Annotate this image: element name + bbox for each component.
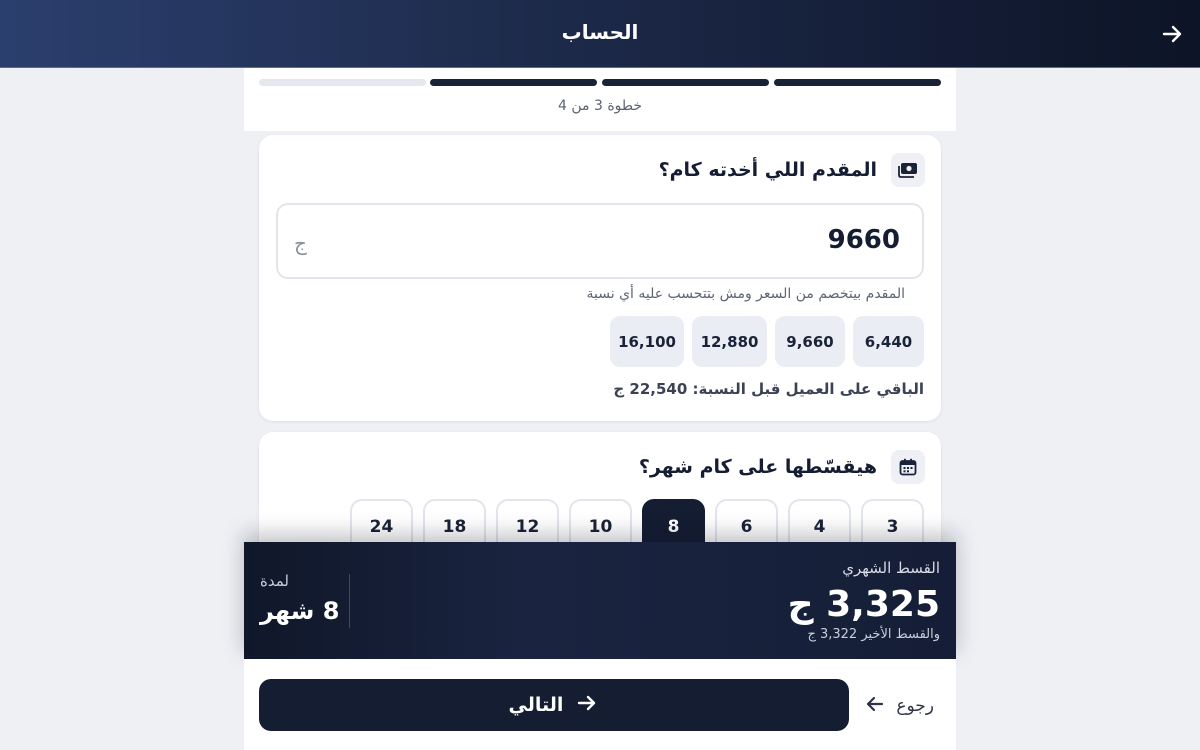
monthly-installment-value: 3,325 ج — [787, 584, 940, 625]
arrow-right-icon[interactable] — [1158, 20, 1186, 48]
down-payment-option-16100[interactable]: 16,100 — [610, 316, 684, 367]
money-icon — [891, 153, 925, 187]
summary-divider — [349, 574, 350, 628]
next-button-label: التالي — [508, 694, 564, 716]
down-payment-hint: المقدم بيتخصم من السعر ومش بتتحسب عليه أ… — [586, 286, 905, 302]
down-payment-option-9660[interactable]: 9,660 — [775, 316, 845, 367]
arrow-left-icon — [864, 693, 886, 720]
down-payment-value: 9660 — [827, 225, 900, 255]
page-title: الحساب — [561, 20, 639, 44]
action-bar: رجوع التالي — [244, 659, 956, 750]
progress-segment-1 — [774, 79, 941, 86]
main-column: خطوة 3 من 4 المقدم اللي أخدته كام؟ 9660 … — [244, 68, 956, 750]
last-installment-text: والقسط الأخير 3,322 ج — [807, 627, 940, 642]
down-payment-title: المقدم اللي أخدته كام؟ — [658, 159, 877, 181]
step-indicator: خطوة 3 من 4 — [557, 98, 643, 114]
installments-header: هيقسّطها على كام شهر؟ — [639, 449, 925, 485]
duration-label: لمدة — [260, 572, 289, 590]
calendar-icon — [891, 450, 925, 484]
down-payment-header: المقدم اللي أخدته كام؟ — [659, 152, 925, 188]
next-button[interactable]: التالي — [259, 679, 849, 731]
top-bar: الحساب — [0, 0, 1200, 68]
currency-label: ج — [294, 231, 307, 255]
back-button-label: رجوع — [896, 696, 934, 716]
progress-segment-2 — [602, 79, 769, 86]
down-payment-options: 6,440 9,660 12,880 16,100 — [610, 316, 924, 367]
monthly-installment-label: القسط الشهري — [842, 559, 940, 577]
down-payment-input[interactable]: 9660 ج — [276, 203, 924, 279]
arrow-right-icon — [575, 691, 599, 720]
installment-summary: القسط الشهري 3,325 ج والقسط الأخير 3,322… — [244, 542, 956, 659]
progress-segment-3 — [430, 79, 597, 86]
step-progress — [259, 79, 941, 87]
down-payment-option-12880[interactable]: 12,880 — [692, 316, 767, 367]
down-payment-option-6440[interactable]: 6,440 — [853, 316, 924, 367]
remaining-amount: الباقي على العميل قبل النسبة: 22,540 ج — [613, 380, 924, 398]
down-payment-card: المقدم اللي أخدته كام؟ 9660 ج المقدم بيت… — [259, 135, 941, 421]
progress-segment-4 — [259, 79, 426, 86]
duration-value: 8 شهر — [260, 597, 340, 625]
back-button[interactable]: رجوع — [864, 692, 934, 720]
app-root: الحساب خطوة 3 من 4 المقدم اللي أخدته كام… — [0, 0, 1200, 750]
installments-title: هيقسّطها على كام شهر؟ — [638, 456, 877, 478]
